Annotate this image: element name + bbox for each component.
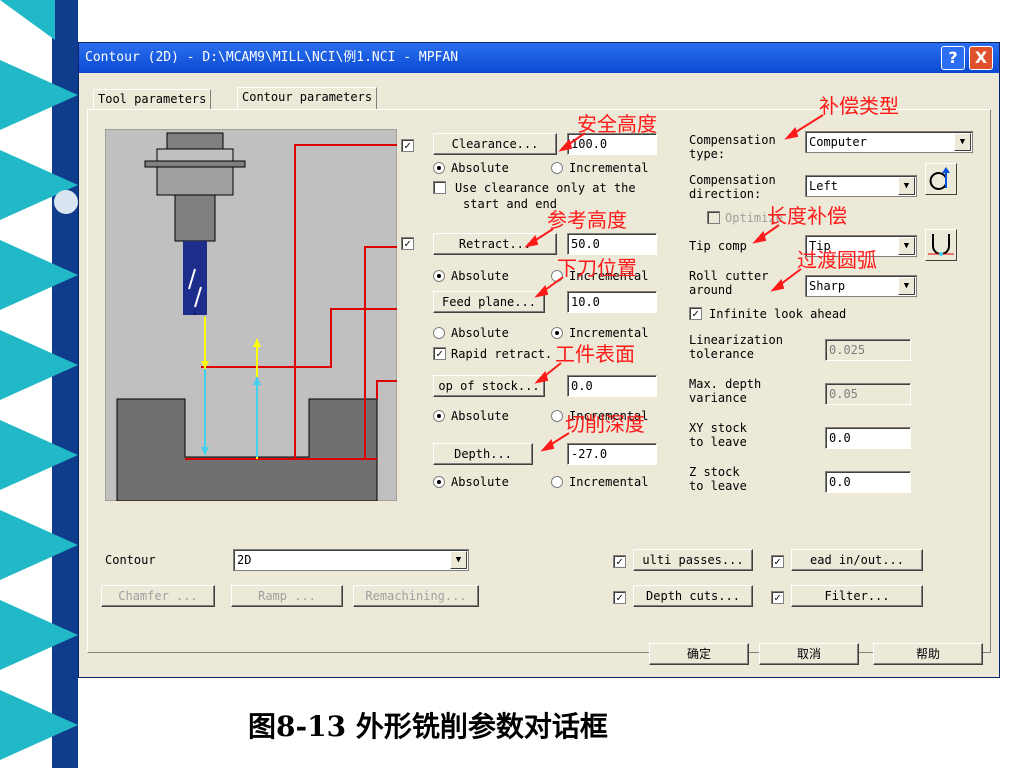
figure-caption: 图8-13 外形铣削参数对话框 — [248, 710, 608, 743]
contour-dialog: Contour (2D) - D:\MCAM9\MILL\NCI\例1.NCI … — [78, 42, 1000, 678]
annotation-arrows — [524, 114, 824, 452]
